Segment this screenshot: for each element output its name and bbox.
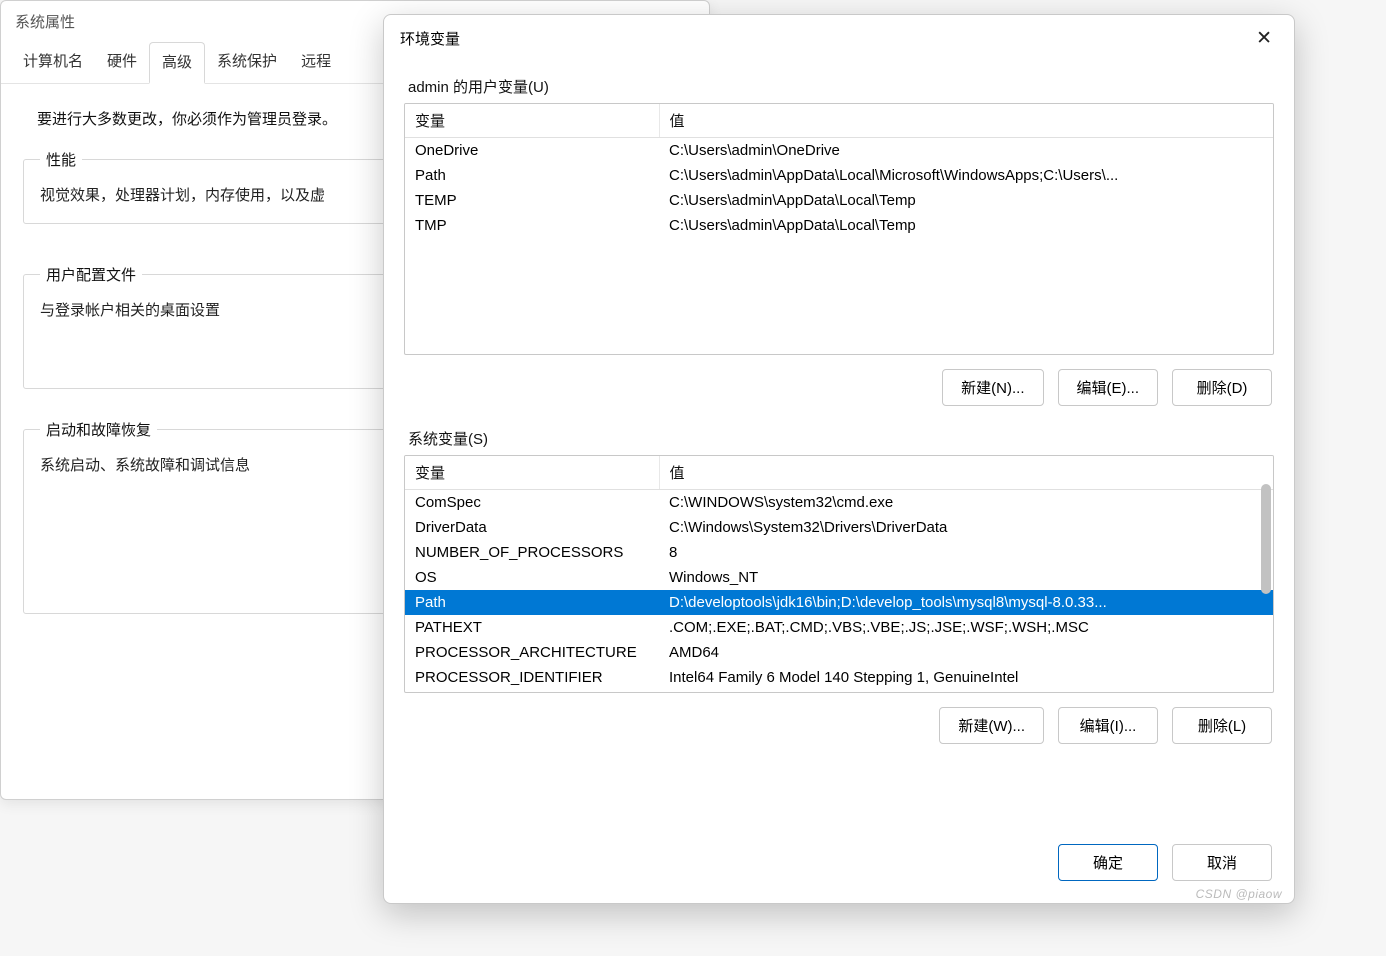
var-value: C:\Users\admin\AppData\Local\Temp	[659, 213, 1273, 238]
table-row[interactable]: PROCESSOR_IDENTIFIERIntel64 Family 6 Mod…	[405, 665, 1273, 690]
table-row[interactable]: PATHEXT.COM;.EXE;.BAT;.CMD;.VBS;.VBE;.JS…	[405, 615, 1273, 640]
var-value: C:\Users\admin\OneDrive	[659, 138, 1273, 164]
watermark: CSDN @piaow	[1196, 887, 1282, 901]
table-row[interactable]: ComSpecC:\WINDOWS\system32\cmd.exe	[405, 490, 1273, 516]
table-row[interactable]: PathD:\developtools\jdk16\bin;D:\develop…	[405, 590, 1273, 615]
var-name: Path	[405, 590, 659, 615]
var-value: Windows_NT	[659, 565, 1273, 590]
col-name-sys[interactable]: 变量	[405, 456, 659, 490]
close-icon[interactable]: ✕	[1246, 25, 1282, 52]
table-row[interactable]: PROCESSOR_ARCHITECTUREAMD64	[405, 640, 1273, 665]
var-value: AMD64	[659, 640, 1273, 665]
var-value: .COM;.EXE;.BAT;.CMD;.VBS;.VBE;.JS;.JSE;.…	[659, 615, 1273, 640]
user-profile-legend: 用户配置文件	[40, 264, 142, 285]
user-delete-button[interactable]: 删除(D)	[1172, 369, 1272, 406]
col-value[interactable]: 值	[659, 104, 1273, 138]
system-vars-heading: 系统变量(S)	[408, 428, 1270, 449]
system-edit-button[interactable]: 编辑(I)...	[1058, 707, 1158, 744]
var-name: NUMBER_OF_PROCESSORS	[405, 540, 659, 565]
user-vars-heading: admin 的用户变量(U)	[408, 76, 1270, 97]
performance-legend: 性能	[40, 149, 82, 170]
table-row[interactable]: OneDriveC:\Users\admin\OneDrive	[405, 138, 1273, 164]
var-value: C:\Users\admin\AppData\Local\Microsoft\W…	[659, 163, 1273, 188]
user-vars-table[interactable]: 变量 值 OneDriveC:\Users\admin\OneDrivePath…	[404, 103, 1274, 355]
system-delete-button[interactable]: 删除(L)	[1172, 707, 1272, 744]
var-name: PATHEXT	[405, 615, 659, 640]
user-new-button[interactable]: 新建(N)...	[942, 369, 1043, 406]
col-value-sys[interactable]: 值	[659, 456, 1273, 490]
tab-computer-name[interactable]: 计算机名	[11, 42, 95, 83]
startup-legend: 启动和故障恢复	[40, 419, 157, 440]
cancel-button[interactable]: 取消	[1172, 844, 1272, 881]
col-name[interactable]: 变量	[405, 104, 659, 138]
var-name: ComSpec	[405, 490, 659, 516]
var-value: C:\Users\admin\AppData\Local\Temp	[659, 188, 1273, 213]
user-edit-button[interactable]: 编辑(E)...	[1058, 369, 1159, 406]
environment-variables-dialog: 环境变量 ✕ admin 的用户变量(U) 变量 值 OneDriveC:\Us…	[383, 14, 1295, 904]
var-name: OneDrive	[405, 138, 659, 164]
var-name: TEMP	[405, 188, 659, 213]
table-row[interactable]: TEMPC:\Users\admin\AppData\Local\Temp	[405, 188, 1273, 213]
table-row[interactable]: DriverDataC:\Windows\System32\Drivers\Dr…	[405, 515, 1273, 540]
var-name: PROCESSOR_ARCHITECTURE	[405, 640, 659, 665]
ok-button[interactable]: 确定	[1058, 844, 1158, 881]
var-name: Path	[405, 163, 659, 188]
tab-system-protection[interactable]: 系统保护	[205, 42, 289, 83]
var-name: PROCESSOR_IDENTIFIER	[405, 665, 659, 690]
var-value: Intel64 Family 6 Model 140 Stepping 1, G…	[659, 665, 1273, 690]
var-name: DriverData	[405, 515, 659, 540]
var-value: C:\WINDOWS\system32\cmd.exe	[659, 490, 1273, 516]
table-row[interactable]: NUMBER_OF_PROCESSORS8	[405, 540, 1273, 565]
scrollbar-thumb[interactable]	[1261, 484, 1271, 594]
table-row[interactable]: OSWindows_NT	[405, 565, 1273, 590]
system-new-button[interactable]: 新建(W)...	[939, 707, 1044, 744]
tab-remote[interactable]: 远程	[289, 42, 343, 83]
sysprops-title: 系统属性	[15, 11, 75, 32]
var-name: TMP	[405, 213, 659, 238]
table-row[interactable]: PathC:\Users\admin\AppData\Local\Microso…	[405, 163, 1273, 188]
tab-hardware[interactable]: 硬件	[95, 42, 149, 83]
system-vars-table[interactable]: 变量 值 ComSpecC:\WINDOWS\system32\cmd.exeD…	[404, 455, 1274, 693]
var-value: D:\developtools\jdk16\bin;D:\develop_too…	[659, 590, 1273, 615]
var-value: 8	[659, 540, 1273, 565]
var-name: OS	[405, 565, 659, 590]
envvars-title: 环境变量	[400, 28, 460, 49]
tab-advanced[interactable]: 高级	[149, 42, 205, 84]
var-value: C:\Windows\System32\Drivers\DriverData	[659, 515, 1273, 540]
table-row[interactable]: TMPC:\Users\admin\AppData\Local\Temp	[405, 213, 1273, 238]
